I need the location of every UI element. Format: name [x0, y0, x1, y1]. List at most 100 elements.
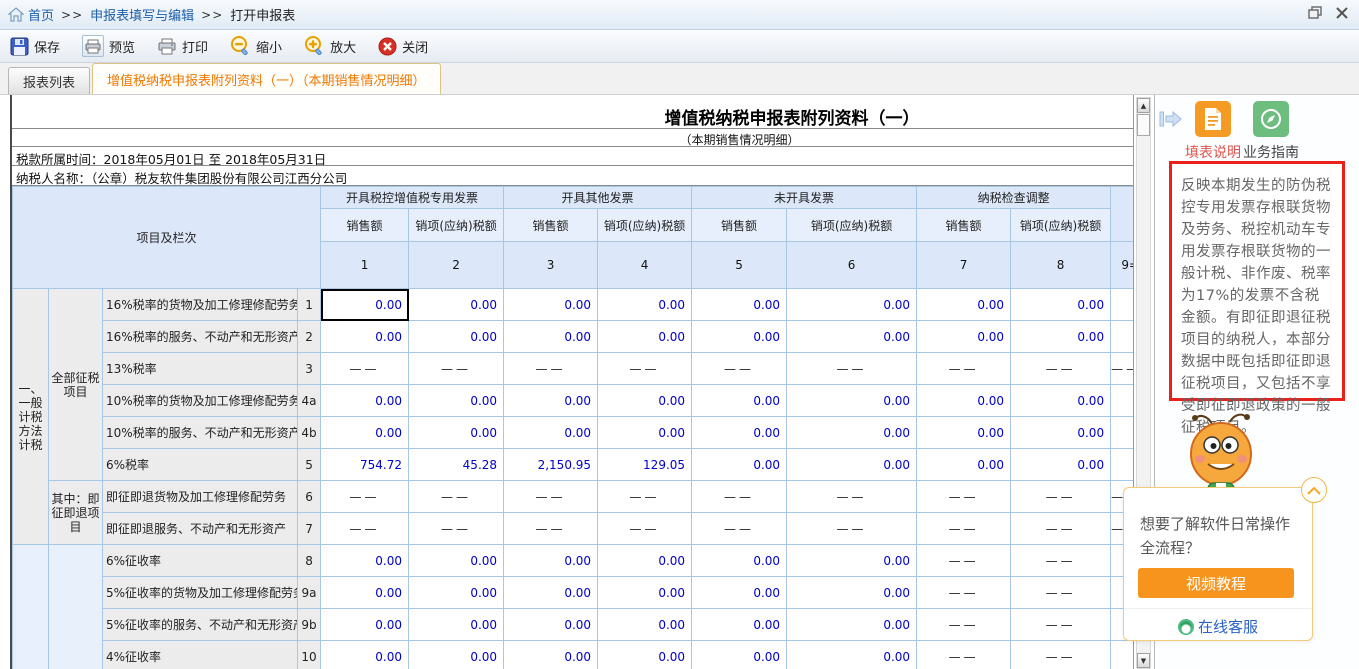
data-cell[interactable]: 0.00 [917, 385, 1011, 417]
data-cell[interactable]: —— [409, 353, 504, 385]
data-cell[interactable]: 0.00 [787, 289, 917, 321]
data-cell[interactable] [1111, 641, 1134, 669]
online-service-link[interactable]: 在线客服 [1124, 616, 1312, 637]
data-cell[interactable]: —— [917, 481, 1011, 513]
data-cell[interactable]: —— [917, 545, 1011, 577]
data-cell[interactable]: —— [409, 481, 504, 513]
data-cell[interactable]: 0.00 [598, 609, 692, 641]
data-cell[interactable]: —— [917, 609, 1011, 641]
tab-biz-guide[interactable]: 业务指南 [1241, 101, 1301, 162]
data-cell[interactable]: —— [1011, 641, 1111, 669]
data-cell[interactable]: 0.00 [321, 609, 409, 641]
data-cell[interactable]: 0.00 [598, 289, 692, 321]
data-cell[interactable]: 0.00 [787, 641, 917, 669]
data-cell[interactable]: 0.00 [1011, 321, 1111, 353]
data-cell[interactable]: 0.00 [917, 321, 1011, 353]
data-cell[interactable]: —— [1011, 609, 1111, 641]
data-cell[interactable]: 0.00 [692, 609, 787, 641]
data-cell[interactable]: 0.00 [598, 321, 692, 353]
data-cell[interactable]: 0.00 [917, 417, 1011, 449]
data-cell[interactable]: 0.00 [409, 385, 504, 417]
data-cell[interactable]: 0.00 [409, 577, 504, 609]
collapse-sidebar-icon[interactable] [1159, 109, 1183, 133]
data-cell[interactable]: 0.00 [692, 321, 787, 353]
data-cell[interactable]: 0.00 [504, 321, 598, 353]
data-cell[interactable]: 0.00 [504, 545, 598, 577]
data-cell[interactable]: —— [504, 513, 598, 545]
data-cell[interactable]: 0.00 [787, 385, 917, 417]
data-cell[interactable]: 0.00 [598, 545, 692, 577]
data-cell[interactable]: 0.00 [787, 609, 917, 641]
data-cell[interactable]: 0.00 [598, 641, 692, 669]
data-cell[interactable]: —— [1011, 577, 1111, 609]
collapse-popup-chevron-icon[interactable] [1301, 477, 1327, 503]
data-cell[interactable]: 0.00 [504, 577, 598, 609]
data-cell[interactable]: 0.00 [504, 609, 598, 641]
data-cell[interactable]: —— [692, 481, 787, 513]
data-cell[interactable]: 0.00 [409, 545, 504, 577]
data-cell[interactable]: 0.00 [787, 321, 917, 353]
data-cell[interactable]: —— [917, 577, 1011, 609]
scroll-up-icon[interactable]: ▲ [1137, 98, 1150, 113]
data-cell[interactable]: 0.00 [1011, 449, 1111, 481]
data-cell[interactable]: 0.00 [409, 641, 504, 669]
data-cell[interactable]: 2,150.95 [504, 449, 598, 481]
data-cell[interactable]: 0.00 [409, 289, 504, 321]
data-cell[interactable]: —— [1011, 545, 1111, 577]
data-cell[interactable]: 0.00 [917, 449, 1011, 481]
data-cell[interactable]: —— [321, 353, 409, 385]
tab-report-list[interactable]: 报表列表 [8, 67, 90, 94]
scroll-down-icon[interactable]: ▼ [1137, 653, 1150, 668]
data-cell[interactable]: 0.00 [409, 609, 504, 641]
data-cell[interactable]: 0.00 [321, 289, 409, 321]
data-cell[interactable]: 0.00 [692, 417, 787, 449]
data-cell[interactable]: —— [1111, 353, 1134, 385]
data-cell[interactable]: 0.00 [598, 417, 692, 449]
data-cell[interactable]: —— [321, 513, 409, 545]
data-cell[interactable]: 0.00 [409, 417, 504, 449]
data-cell[interactable]: 0.00 [692, 385, 787, 417]
data-cell[interactable]: —— [1011, 353, 1111, 385]
video-tutorial-button[interactable]: 视频教程 [1138, 568, 1294, 598]
data-cell[interactable]: 754.72 [321, 449, 409, 481]
data-cell[interactable]: —— [917, 353, 1011, 385]
data-cell[interactable]: 0.00 [504, 641, 598, 669]
zoom-out-button[interactable]: 缩小 [230, 36, 282, 56]
close-window-icon[interactable] [1335, 6, 1349, 20]
data-cell[interactable] [1111, 321, 1134, 353]
data-cell[interactable] [1111, 449, 1134, 481]
data-cell[interactable]: 129.05 [598, 449, 692, 481]
data-cell[interactable]: —— [409, 513, 504, 545]
tab-attached-info[interactable]: 增值税纳税申报表附列资料（一）（本期销售情况明细） [92, 63, 441, 94]
data-cell[interactable]: 0.00 [787, 545, 917, 577]
data-cell[interactable]: —— [787, 353, 917, 385]
data-cell[interactable]: 0.00 [504, 385, 598, 417]
data-cell[interactable]: —— [917, 513, 1011, 545]
data-cell[interactable]: 0.00 [321, 321, 409, 353]
data-cell[interactable] [1111, 417, 1134, 449]
data-cell[interactable]: 0.00 [692, 289, 787, 321]
data-cell[interactable]: 0.00 [787, 449, 917, 481]
close-button[interactable]: 关闭 [378, 37, 428, 56]
data-cell[interactable]: —— [504, 481, 598, 513]
data-cell[interactable]: 0.00 [787, 577, 917, 609]
data-cell[interactable]: 45.28 [409, 449, 504, 481]
save-button[interactable]: 保存 [10, 37, 60, 56]
data-cell[interactable]: 0.00 [321, 545, 409, 577]
data-cell[interactable]: —— [1011, 481, 1111, 513]
data-cell[interactable]: 0.00 [692, 545, 787, 577]
data-cell[interactable]: —— [787, 481, 917, 513]
data-cell[interactable]: 0.00 [692, 449, 787, 481]
data-cell[interactable]: 0.00 [598, 385, 692, 417]
data-cell[interactable]: 0.00 [321, 577, 409, 609]
restore-window-icon[interactable] [1308, 6, 1323, 20]
data-cell[interactable]: —— [1011, 513, 1111, 545]
data-cell[interactable]: —— [321, 481, 409, 513]
data-cell[interactable]: —— [917, 641, 1011, 669]
data-cell[interactable]: 0.00 [787, 417, 917, 449]
data-cell[interactable]: —— [692, 513, 787, 545]
data-cell[interactable]: —— [692, 353, 787, 385]
scrollbar-thumb[interactable] [1137, 114, 1150, 136]
data-cell[interactable]: 0.00 [1011, 289, 1111, 321]
data-cell[interactable]: 0.00 [321, 641, 409, 669]
